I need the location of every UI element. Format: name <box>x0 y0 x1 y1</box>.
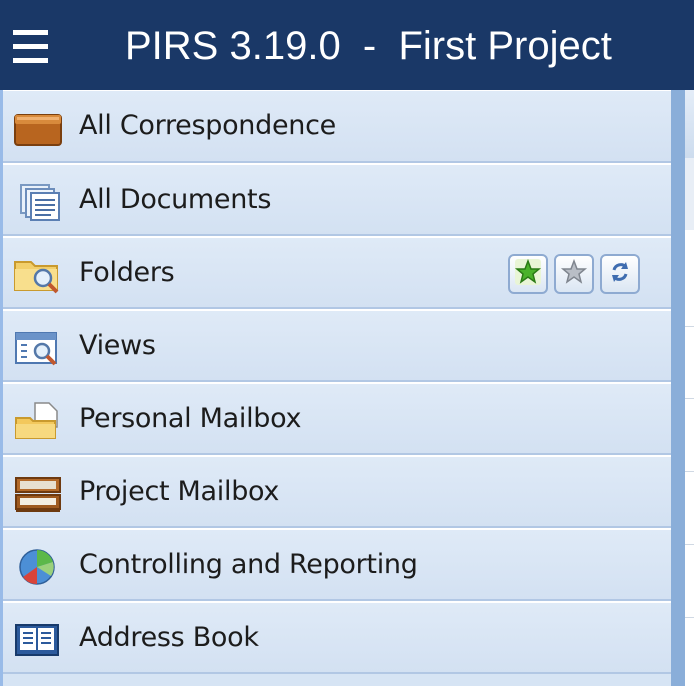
nav-item-address-book[interactable]: Address Book <box>3 601 671 674</box>
nav-item-personal-mailbox[interactable]: Personal Mailbox <box>3 382 671 455</box>
folder-box-icon <box>13 109 63 147</box>
refresh-button[interactable] <box>600 254 640 294</box>
content-panel-row <box>671 158 694 230</box>
documents-icon <box>13 183 63 221</box>
divider <box>685 326 694 327</box>
nav-item-views[interactable]: Views <box>3 309 671 382</box>
divider <box>685 471 694 472</box>
divider <box>685 398 694 399</box>
nav-item-label: Controlling and Reporting <box>79 549 418 580</box>
nav-item-folders[interactable]: Folders <box>3 236 671 309</box>
nav-item-controlling-and-reporting[interactable]: Controlling and Reporting <box>3 528 671 601</box>
title-bar: PIRS 3.19.0 - First Project <box>0 0 694 90</box>
nav-item-all-documents[interactable]: All Documents <box>3 163 671 236</box>
nav-item-label: Folders <box>79 257 175 288</box>
nav-item-label: Personal Mailbox <box>79 403 302 434</box>
nav-item-project-mailbox[interactable]: Project Mailbox <box>3 455 671 528</box>
favorite-button[interactable] <box>554 254 594 294</box>
personal-mailbox-icon <box>13 402 63 440</box>
project-mailbox-icon <box>13 475 63 513</box>
pie-chart-icon <box>13 548 63 586</box>
favorite-add-icon <box>514 258 542 291</box>
nav-item-label: All Documents <box>79 184 272 215</box>
content-panel-header <box>671 90 694 158</box>
window-title: PIRS 3.19.0 - First Project <box>125 24 612 68</box>
favorite-icon <box>560 258 588 291</box>
hamburger-menu-icon[interactable] <box>13 28 48 65</box>
folder-toolbar <box>508 254 640 294</box>
divider <box>685 544 694 545</box>
nav-item-label: All Correspondence <box>79 110 336 141</box>
folder-search-icon <box>13 256 63 294</box>
nav-item-label: Views <box>79 330 156 361</box>
navigation-panel: All Correspondence All Documents Folders… <box>0 90 671 686</box>
refresh-icon <box>607 259 633 290</box>
nav-item-label: Project Mailbox <box>79 476 280 507</box>
content-panel-edge <box>671 90 694 686</box>
content-panel-splitter[interactable] <box>671 230 685 686</box>
address-book-icon <box>13 621 63 659</box>
nav-item-label: Address Book <box>79 622 259 653</box>
add-favorite-button[interactable] <box>508 254 548 294</box>
views-icon <box>13 329 63 367</box>
nav-item-all-correspondence[interactable]: All Correspondence <box>3 90 671 163</box>
divider <box>685 617 694 618</box>
